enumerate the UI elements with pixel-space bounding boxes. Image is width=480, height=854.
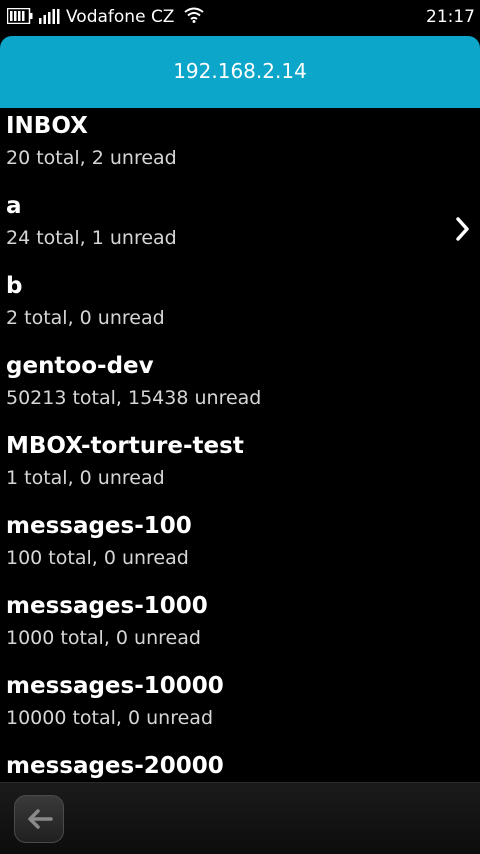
folder-stats: 24 total, 1 unread bbox=[6, 227, 177, 249]
folder-name: messages-1000 bbox=[6, 593, 208, 619]
folder-name: gentoo-dev bbox=[6, 353, 154, 379]
folder-name: INBOX bbox=[6, 113, 88, 139]
folder-stats: 20 total, 2 unread bbox=[6, 147, 177, 169]
folder-item-messages-100[interactable]: messages-100 100 total, 0 unread bbox=[0, 508, 480, 588]
back-arrow-icon bbox=[28, 809, 53, 829]
folder-name: messages-100 bbox=[6, 513, 192, 539]
folder-item-mbox-torture-test[interactable]: MBOX-torture-test 1 total, 0 unread bbox=[0, 428, 480, 508]
folder-item-messages-20000[interactable]: messages-20000 bbox=[0, 748, 480, 782]
clock: 21:17 bbox=[426, 7, 475, 27]
header-bar: 192.168.2.14 bbox=[0, 36, 480, 108]
signal-icon bbox=[39, 9, 60, 24]
chevron-right-icon[interactable] bbox=[455, 216, 471, 242]
folder-name: messages-20000 bbox=[6, 753, 224, 779]
folder-item-a[interactable]: a 24 total, 1 unread bbox=[0, 188, 480, 268]
back-button[interactable] bbox=[14, 795, 64, 843]
folder-stats: 50213 total, 15438 unread bbox=[6, 387, 262, 409]
wifi-icon bbox=[184, 7, 204, 23]
battery-icon bbox=[7, 8, 33, 24]
status-bar: Vodafone CZ 21:17 bbox=[0, 0, 480, 36]
folder-stats: 10000 total, 0 unread bbox=[6, 707, 214, 729]
folder-stats: 2 total, 0 unread bbox=[6, 307, 165, 329]
page-title: 192.168.2.14 bbox=[173, 59, 307, 83]
folder-stats: 100 total, 0 unread bbox=[6, 547, 189, 569]
folder-name: MBOX-torture-test bbox=[6, 433, 244, 459]
bottom-toolbar bbox=[0, 782, 480, 854]
folder-item-messages-1000[interactable]: messages-1000 1000 total, 0 unread bbox=[0, 588, 480, 668]
folder-stats: 1 total, 0 unread bbox=[6, 467, 165, 489]
folder-item-inbox[interactable]: INBOX 20 total, 2 unread bbox=[0, 108, 480, 188]
folder-name: a bbox=[6, 193, 22, 219]
folder-item-gentoo-dev[interactable]: gentoo-dev 50213 total, 15438 unread bbox=[0, 348, 480, 428]
folder-name: messages-10000 bbox=[6, 673, 224, 699]
carrier-name: Vodafone CZ bbox=[66, 7, 175, 27]
folder-name: b bbox=[6, 273, 23, 299]
folder-item-messages-10000[interactable]: messages-10000 10000 total, 0 unread bbox=[0, 668, 480, 748]
folder-item-b[interactable]: b 2 total, 0 unread bbox=[0, 268, 480, 348]
folder-stats: 1000 total, 0 unread bbox=[6, 627, 201, 649]
folder-list[interactable]: INBOX 20 total, 2 unread a 24 total, 1 u… bbox=[0, 108, 480, 782]
